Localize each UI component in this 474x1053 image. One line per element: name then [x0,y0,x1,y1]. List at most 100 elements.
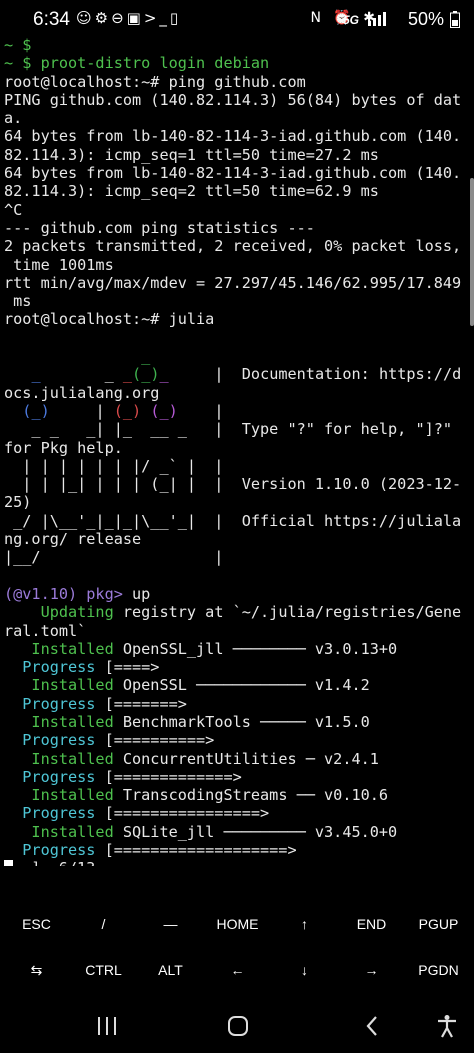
terminal-text-segment: root@localhost:~# ping github.com [4,72,306,91]
terminal-text-segment: registry at `~/.julia/registries/Gene [113,603,462,622]
terminal-line: Installed BenchmarkTools ───── v1.5.0 [4,713,470,731]
terminal-text-segment: --- github.com ping statistics --- [4,218,315,237]
terminal-line: for Pkg help. [4,439,470,457]
key-home[interactable]: HOME [204,902,271,946]
key-pgdn[interactable]: PGDN [405,948,472,992]
terminal-text-segment: _ [31,365,41,384]
terminal-text-segment: ral.toml` [4,621,87,640]
key-ctrl[interactable]: CTRL [70,948,137,992]
terminal-text-segment: TranscodingStreams ── v0.10.6 [113,786,389,805]
terminal-line: Progress [=======> [4,695,470,713]
terminal-text-segment: 2 packets transmitted, 2 received, 0% pa… [4,237,462,256]
terminal-line: Installed OpenSSL ──────────── v1.4.2 [4,676,470,694]
home-icon[interactable] [218,1008,258,1044]
key-tab[interactable]: ⇆ [3,948,70,992]
terminal-line: --- github.com ping statistics --- [4,219,470,237]
recent-apps-icon[interactable] [87,1008,127,1044]
terminal-text-segment: |__/ | [4,548,224,567]
terminal-text-segment: OpenSSL ──────────── v1.4.2 [113,676,370,695]
terminal-text-segment: 82.114.3): icmp_seq=1 ttl=50 time=27.2 m… [4,145,379,164]
terminal-line: 2 packets transmitted, 2 received, 0% pa… [4,237,470,255]
terminal-line: ] 6/13 [4,859,470,866]
terminal-text-segment: SQLite_jll ───────── v3.45.0+0 [113,822,398,841]
terminal-scrollbar[interactable] [470,178,474,326]
terminal-text-segment: 25) [4,493,32,512]
terminal-line: Progress [====> [4,658,470,676]
key-pgup[interactable]: PGUP [405,902,472,946]
terminal-line: Installed ConcurrentUtilities ─ v2.4.1 [4,750,470,768]
key-left-arrow[interactable]: ← [204,948,271,992]
back-icon[interactable] [352,1008,392,1044]
network-type-label: 5G [342,13,359,27]
key-down-arrow[interactable]: ↓ [271,948,338,992]
terminal-line: rtt min/avg/max/mdev = 27.297/45.146/62.… [4,274,470,292]
android-nav-bar [0,1000,474,1053]
terminal-text-segment: Progress [4,767,96,786]
terminal-text-segment: up [122,584,151,603]
terminal-text-segment: Installed [4,822,114,841]
terminal-line: ral.toml` [4,622,470,640]
terminal-text-segment: ~ $ [4,36,32,54]
terminal-line: ocs.julialang.org [4,384,470,402]
terminal-line: |__/ | [4,548,470,566]
terminal-line: ~ $ [4,36,470,54]
terminal-text-segment: _ [40,365,123,384]
terminal-line: _/ |\__'_|_|_|\__'_| | Official https://… [4,512,470,530]
terminal-line: Progress [==========> [4,731,470,749]
terminal-text-segment: a. [4,109,23,128]
terminal-text-segment: (@v1.10) pkg> [4,584,123,603]
terminal-text-segment: BenchmarkTools ───── v1.5.0 [113,712,370,731]
terminal-line: Installed OpenSSL_jll ──────── v3.0.13+0 [4,640,470,658]
terminal-line: Progress [=============> [4,768,470,786]
terminal-text-segment: PING github.com (140.82.114.3) 56(84) by… [4,90,462,109]
terminal-text-segment: (_) [22,401,50,420]
key-alt[interactable]: ALT [137,948,204,992]
terminal-text-segment: Progress [4,731,96,750]
signal-icon [368,11,386,30]
terminal-line: Progress [===================> [4,841,470,859]
terminal-line: root@localhost:~# ping github.com [4,73,470,91]
terminal-line: ng.org/ release [4,530,470,548]
terminal-line: ~ $ proot-distro login debian [4,54,470,72]
battery-icon [450,11,460,32]
terminal-text-segment: ^C [4,200,23,219]
terminal-line: 25) [4,493,470,511]
terminal-line: ms [4,292,470,310]
terminal-text-segment: _ [159,365,169,384]
accessibility-icon[interactable] [427,1008,467,1044]
key-right-arrow[interactable]: → [338,948,405,992]
terminal-text-segment: 64 bytes from lb-140-82-114-3-iad.github… [4,164,462,183]
key-slash[interactable]: / [70,902,137,946]
terminal-line: 64 bytes from lb-140-82-114-3-iad.github… [4,164,470,182]
terminal-text-segment: root@localhost:~# julia [4,310,215,329]
terminal-text-segment: [================> [95,804,270,823]
notification-icons: ☺⚙⊖▣>_▯ [76,9,182,27]
terminal-line: PING github.com (140.82.114.3) 56(84) by… [4,91,470,109]
terminal-text-segment: [=============> [95,767,242,786]
terminal-text-segment: Progress [4,841,96,860]
terminal-cursor [4,860,13,866]
terminal-text-segment: ConcurrentUtilities ─ v2.4.1 [113,749,379,768]
terminal-line: root@localhost:~# julia [4,310,470,328]
terminal-line: Updating registry at `~/.julia/registrie… [4,603,470,621]
terminal-output[interactable]: ~ $ ~ $ proot-distro login debian root@loc… [4,36,470,866]
terminal-text-segment: _ _ _| |_ __ _ | Type "?" for help, "]?" [4,420,453,439]
key-esc[interactable]: ESC [3,902,70,946]
key-up-arrow[interactable]: ↑ [271,902,338,946]
status-time: 6:34 [33,9,70,30]
terminal-text-segment: (_) [113,401,142,420]
terminal-line: ^C [4,201,470,219]
terminal-text-segment: Installed [4,786,114,805]
terminal-text-segment: ocs.julialang.org [4,383,160,402]
terminal-line: Progress [================> [4,804,470,822]
terminal-line: a. [4,109,470,127]
key-end[interactable]: END [338,902,405,946]
terminal-text-segment: [==========> [95,731,215,750]
terminal-line: _ _ _(_)_ | Documentation: https://d [4,365,470,383]
key-dash[interactable]: — [137,902,204,946]
terminal-line: _ [4,347,470,365]
terminal-text-segment: for Pkg help. [4,438,123,457]
